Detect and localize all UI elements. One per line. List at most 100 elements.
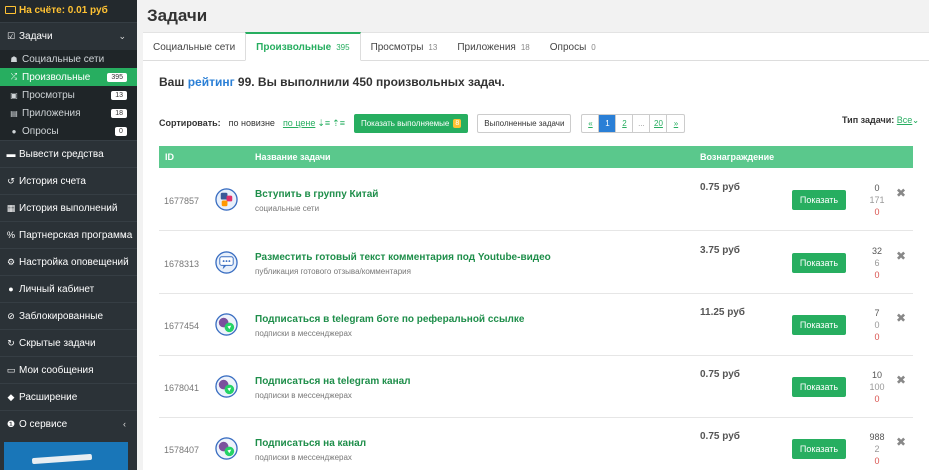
- sidebar-subitem-apps[interactable]: ▤ Приложения 18: [0, 104, 137, 122]
- show-task-button[interactable]: Показать: [792, 377, 846, 397]
- sidebar-item-label: Настройка оповещений: [19, 256, 129, 268]
- pager-page-current[interactable]: 1: [599, 114, 617, 132]
- sidebar-subitem-custom[interactable]: ⤮ Произвольные 395: [0, 68, 137, 86]
- col-id: ID: [165, 152, 174, 162]
- balance-display[interactable]: На счёте: 0.01 руб: [0, 0, 137, 22]
- puzzle-icon: ◆: [7, 391, 15, 402]
- button-label: Показать выполняемые: [360, 118, 450, 128]
- pager-page-last[interactable]: 20: [650, 114, 668, 132]
- rating-link[interactable]: рейтинг: [188, 75, 235, 89]
- pager-prev[interactable]: «: [582, 114, 600, 132]
- hide-task-close-icon[interactable]: ✖: [896, 186, 906, 200]
- sidebar-item-extension[interactable]: ◆ Расширение: [0, 383, 137, 410]
- pager-page[interactable]: 2: [616, 114, 634, 132]
- task-reward: 0.75 руб: [700, 182, 740, 193]
- stat-secondary: 100: [869, 382, 885, 392]
- task-title-link[interactable]: Подписаться в telegram боте по реферальн…: [255, 314, 524, 325]
- pager-next[interactable]: »: [667, 115, 684, 132]
- tab-views[interactable]: Просмотры 13: [361, 33, 448, 61]
- tab-custom[interactable]: Произвольные 395: [245, 32, 361, 61]
- stat-rejected: 0: [874, 207, 880, 217]
- users-icon: ☗: [10, 54, 18, 64]
- sidebar-item-completion-history[interactable]: ▦ История выполнений: [0, 194, 137, 221]
- promo-banner[interactable]: [4, 442, 128, 470]
- task-title-link[interactable]: Вступить в группу Китай: [255, 189, 378, 200]
- col-name: Название задачи: [255, 152, 331, 162]
- sidebar-item-hidden-tasks[interactable]: ↻ Скрытые задачи: [0, 329, 137, 356]
- task-type-value[interactable]: Все: [897, 115, 913, 125]
- show-task-button[interactable]: Показать: [792, 190, 846, 210]
- table-row: 1677454 Подписаться в telegram боте по р…: [159, 294, 913, 356]
- sidebar-item-label: Мои сообщения: [19, 364, 94, 376]
- sidebar-item-about[interactable]: ❶ О сервисе ‹: [0, 410, 137, 437]
- hide-task-close-icon[interactable]: ✖: [896, 311, 906, 325]
- stat-primary: 32: [871, 246, 882, 256]
- task-type-filter[interactable]: Тип задачи: Все⌄: [842, 115, 919, 125]
- sidebar-item-account-history[interactable]: ↺ История счета: [0, 167, 137, 194]
- task-stats: 0 171 0: [859, 182, 895, 218]
- sidebar-item-profile[interactable]: ● Личный кабинет: [0, 275, 137, 302]
- sort-asc-icon[interactable]: ⇡≡: [332, 118, 345, 129]
- task-title-link[interactable]: Подписаться на канал: [255, 438, 366, 449]
- sidebar-item-notifications[interactable]: ⚙ Настройка оповещений: [0, 248, 137, 275]
- task-title-link[interactable]: Подписаться на telegram канал: [255, 376, 411, 387]
- sort-by-price[interactable]: по цене: [283, 118, 315, 128]
- wallet-icon: [5, 6, 16, 14]
- stat-rejected: 0: [874, 270, 880, 280]
- task-title-link[interactable]: Разместить готовый текст комментария под…: [255, 252, 551, 263]
- task-stats: 988 2 0: [859, 431, 895, 467]
- show-task-button[interactable]: Показать: [792, 315, 846, 335]
- withdraw-icon: ▬: [6, 149, 16, 159]
- task-id: 1677857: [164, 196, 200, 206]
- task-tabs: Социальные сети Произвольные 395 Просмот…: [143, 32, 929, 61]
- tab-social[interactable]: Социальные сети: [143, 33, 245, 61]
- show-in-progress-button[interactable]: Показать выполняемые 8: [353, 113, 469, 133]
- sidebar-item-tasks[interactable]: ☑ Задачи ⌄: [0, 22, 137, 50]
- task-category: подписки в мессенджерах: [255, 391, 352, 400]
- task-reward: 11.25 руб: [700, 307, 745, 318]
- messenger-icon: [215, 313, 238, 336]
- random-icon: ⤮: [10, 72, 18, 81]
- pagination: « 1 2 ... 20 »: [581, 113, 686, 133]
- sidebar-item-blocked[interactable]: ⊘ Заблокированные: [0, 302, 137, 329]
- tab-count: 13: [428, 42, 438, 52]
- sidebar-item-withdraw[interactable]: ▬ Вывести средства: [0, 140, 137, 167]
- sidebar-item-partner[interactable]: % Партнерская программа ‹: [0, 221, 137, 248]
- show-task-button[interactable]: Показать: [792, 439, 846, 459]
- task-reward: 3.75 руб: [700, 245, 740, 256]
- hide-task-close-icon[interactable]: ✖: [896, 435, 906, 449]
- completed-tasks-button[interactable]: Выполненные задачи: [477, 113, 572, 133]
- stat-primary: 0: [874, 183, 880, 193]
- sidebar-subitem-social[interactable]: ☗ Социальные сети: [0, 50, 137, 68]
- chevron-down-icon: ⌄: [912, 116, 919, 125]
- tab-label: Опросы: [549, 41, 587, 53]
- sidebar-subitem-label: Приложения: [22, 107, 81, 119]
- sidebar-item-label: Вывести средства: [19, 148, 104, 160]
- sidebar-item-label: Скрытые задачи: [19, 337, 96, 349]
- sidebar-item-messages[interactable]: ▭ Мои сообщения: [0, 356, 137, 383]
- rating-summary: Ваш рейтинг 99. Вы выполнили 450 произво…: [159, 75, 505, 89]
- stat-rejected: 0: [874, 394, 880, 404]
- apps-icon: ▤: [10, 108, 18, 118]
- sidebar-subitem-polls[interactable]: ● Опросы 0: [0, 122, 137, 140]
- sidebar-item-label: Партнерская программа: [19, 229, 133, 241]
- tab-polls[interactable]: Опросы 0: [540, 33, 606, 61]
- sort-desc-icon[interactable]: ⇣≡: [317, 118, 330, 129]
- tab-count: 18: [520, 42, 530, 52]
- sidebar-subitem-label: Просмотры: [22, 89, 75, 101]
- sort-by-new[interactable]: по новизне: [229, 118, 275, 128]
- hide-task-close-icon[interactable]: ✖: [896, 249, 906, 263]
- hide-task-close-icon[interactable]: ✖: [896, 373, 906, 387]
- balance-text: На счёте: 0.01 руб: [19, 5, 108, 16]
- chevron-down-icon: ⌄: [118, 31, 126, 41]
- tab-count: 0: [591, 42, 596, 52]
- sidebar-subitem-views[interactable]: ▣ Просмотры 13: [0, 86, 137, 104]
- stat-secondary: 6: [874, 258, 880, 268]
- task-reward: 0.75 руб: [700, 369, 740, 380]
- tab-apps[interactable]: Приложения 18: [447, 33, 539, 61]
- stat-primary: 10: [871, 370, 882, 380]
- task-stats: 7 0 0: [859, 307, 895, 343]
- show-task-button[interactable]: Показать: [792, 253, 846, 273]
- task-type-label: Тип задачи:: [842, 115, 895, 125]
- messenger-icon: [215, 437, 238, 460]
